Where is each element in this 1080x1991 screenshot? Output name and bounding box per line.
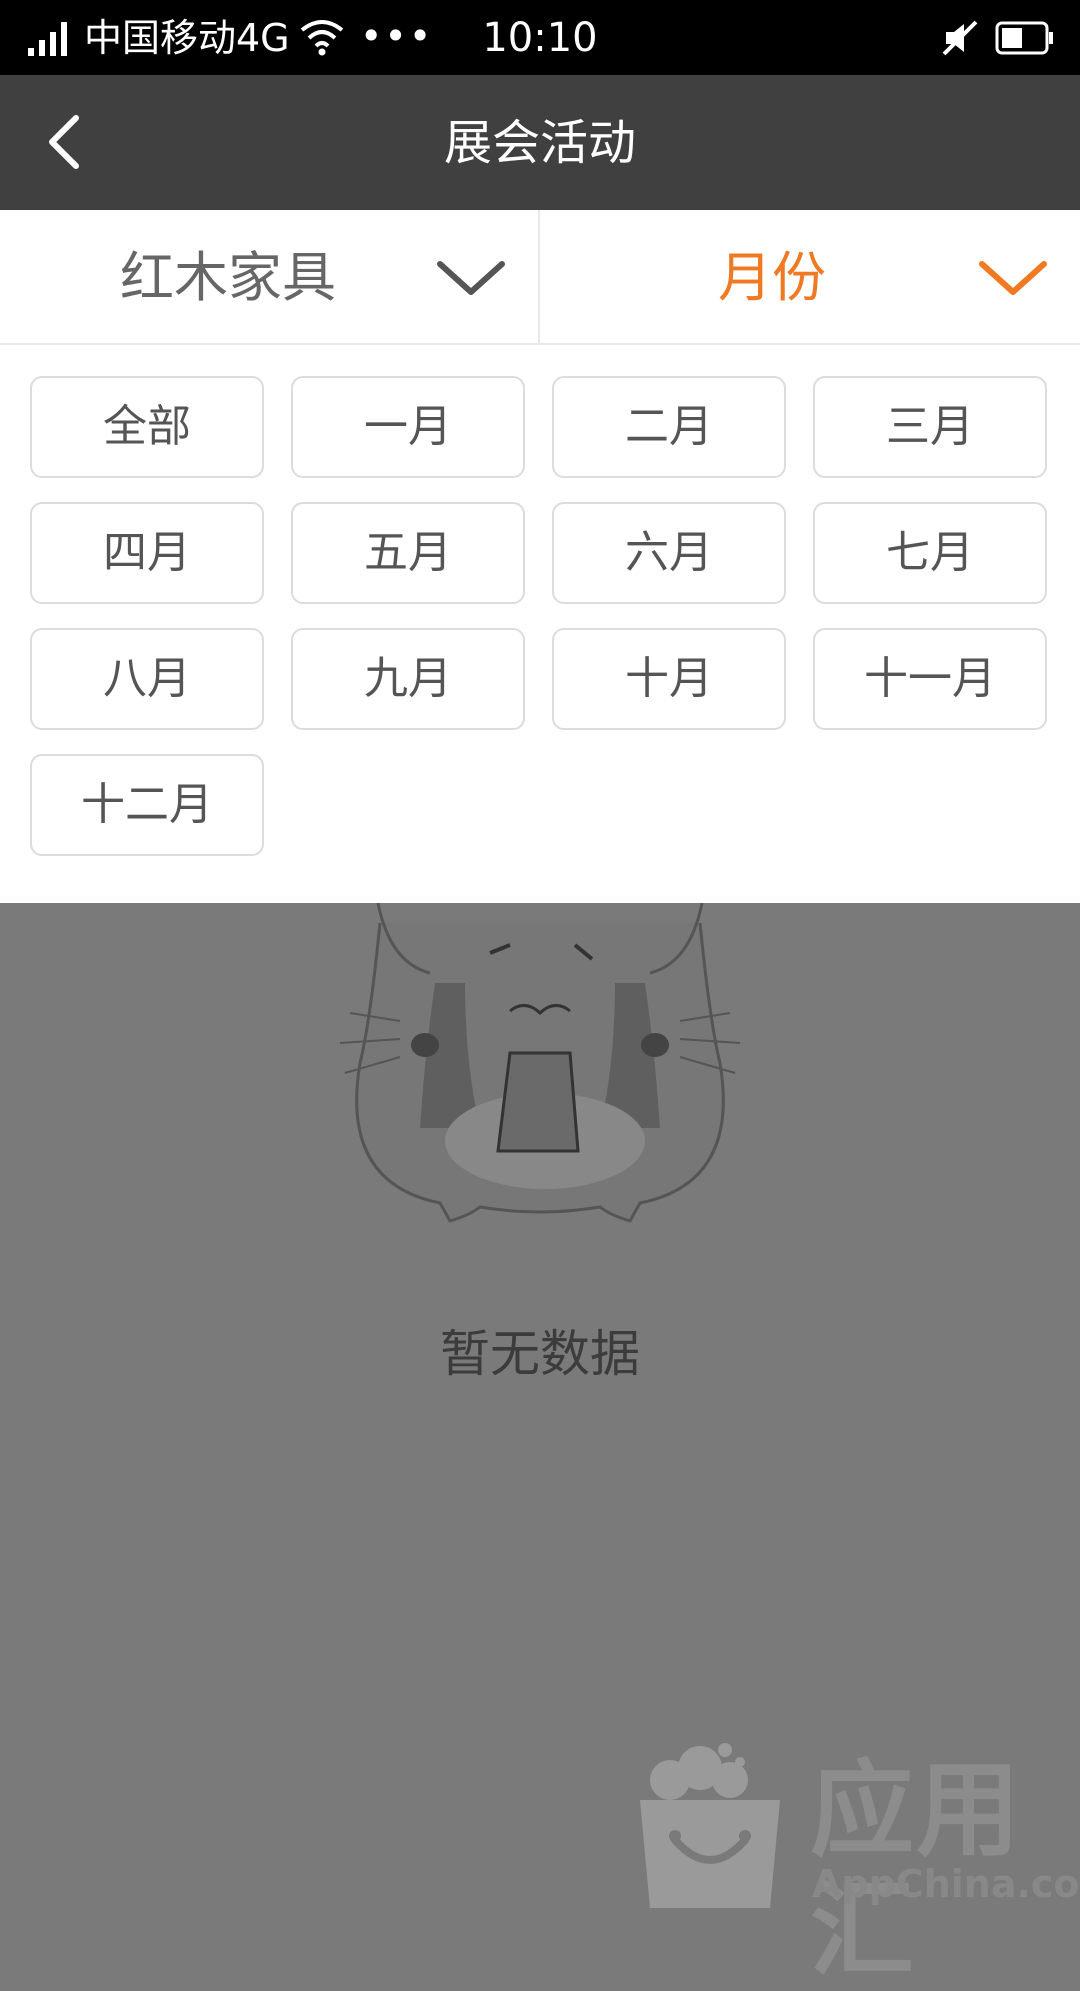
chevron-down-icon (979, 261, 1047, 295)
mute-icon (942, 20, 978, 56)
status-bar: 中国移动4G ••• 10:10 (0, 0, 1080, 75)
month-filter-label: 月份 (718, 246, 826, 309)
month-option-3[interactable]: 三月 (813, 376, 1047, 478)
month-option-2[interactable]: 二月 (552, 376, 786, 478)
category-filter-dropdown[interactable]: 红木家具 (0, 210, 540, 343)
month-option-6[interactable]: 六月 (552, 502, 786, 604)
month-options-panel: 全部 一月 二月 三月 四月 五月 六月 七月 八月 九月 十月 十一月 十二月 (0, 345, 1080, 903)
category-filter-label: 红木家具 (120, 246, 336, 309)
chevron-down-icon (437, 261, 505, 295)
page-title: 展会活动 (443, 115, 636, 171)
month-option-11[interactable]: 十一月 (813, 628, 1047, 730)
empty-state-message: 暂无数据 (440, 1325, 640, 1383)
navigation-bar: 展会活动 (0, 75, 1080, 210)
month-option-8[interactable]: 八月 (30, 628, 264, 730)
battery-icon (995, 21, 1053, 55)
watermark-subtext: AppChina.com (812, 1862, 1080, 1906)
month-option-5[interactable]: 五月 (291, 502, 525, 604)
month-filter-dropdown[interactable]: 月份 (540, 210, 1080, 343)
month-option-9[interactable]: 九月 (291, 628, 525, 730)
crying-hamster-illustration (339, 903, 741, 1223)
shopping-bag-logo-icon (640, 1743, 780, 1908)
month-option-all[interactable]: 全部 (30, 376, 264, 478)
month-option-12[interactable]: 十二月 (30, 754, 264, 856)
month-option-10[interactable]: 十月 (552, 628, 786, 730)
month-option-4[interactable]: 四月 (30, 502, 264, 604)
month-option-7[interactable]: 七月 (813, 502, 1047, 604)
month-option-1[interactable]: 一月 (291, 376, 525, 478)
filter-bar: 红木家具 月份 (0, 210, 1080, 345)
clock: 10:10 (482, 15, 598, 61)
